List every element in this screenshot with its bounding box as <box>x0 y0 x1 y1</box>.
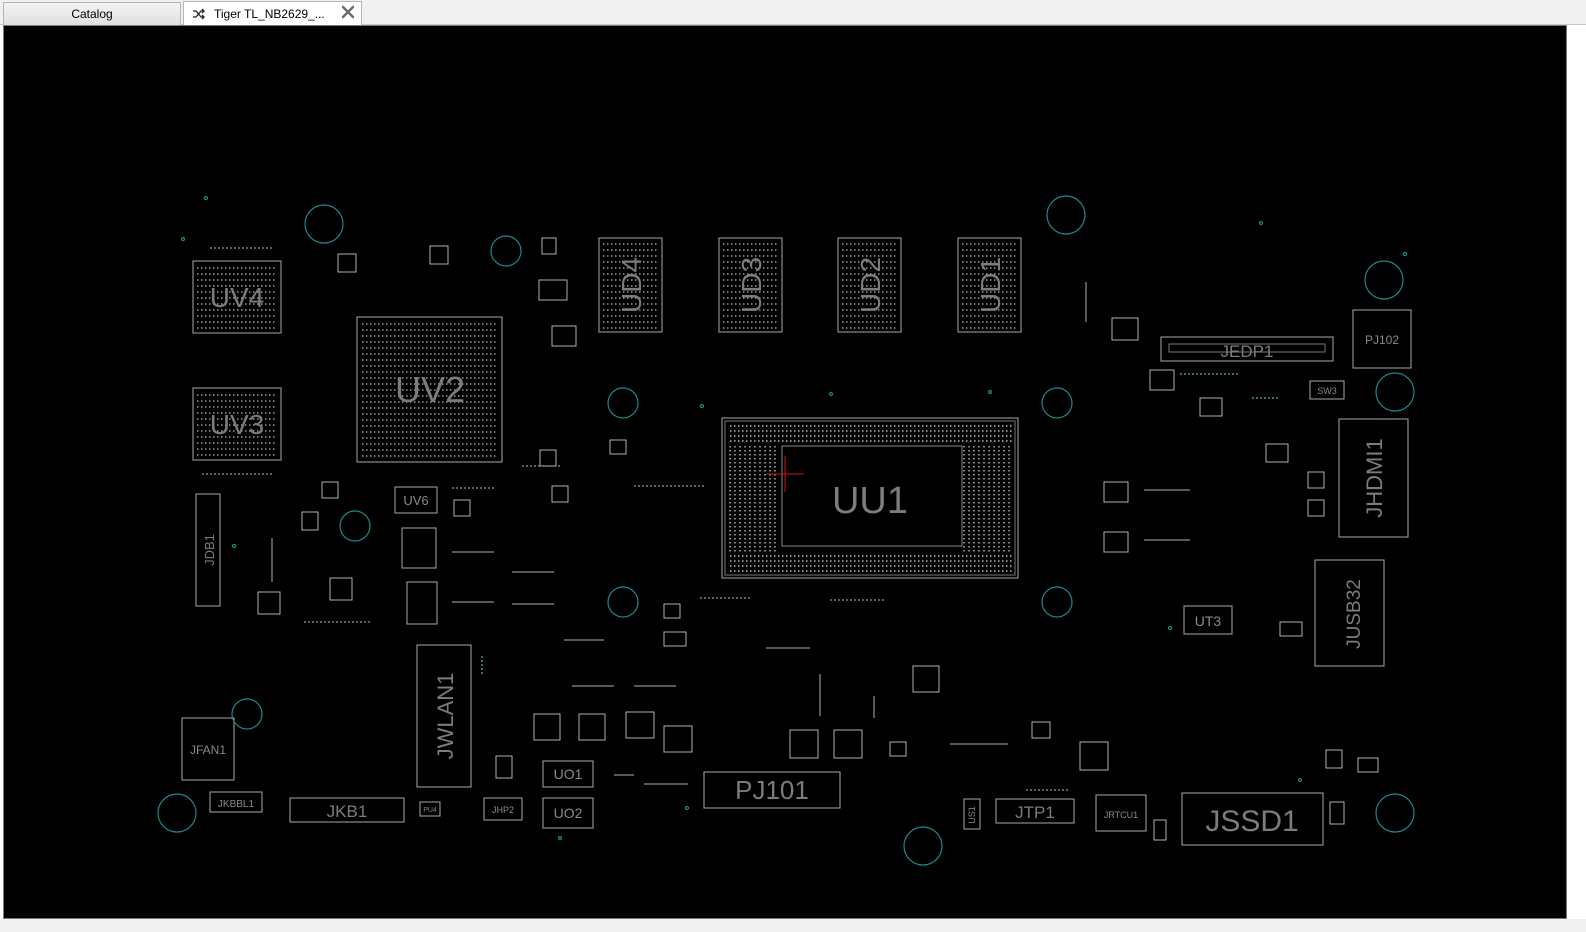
label-jusb32: JUSB32 <box>1344 579 1365 649</box>
label-ud4: UD4 <box>616 257 647 313</box>
label-jtp1: JTP1 <box>1015 803 1055 822</box>
label-uu1: UU1 <box>832 480 908 522</box>
label-uo2: UO2 <box>554 805 583 821</box>
label-pj102: PJ102 <box>1365 333 1399 347</box>
tab-catalog[interactable]: Catalog <box>3 2 181 25</box>
status-strip <box>0 919 1586 932</box>
label-jssd1: JSSD1 <box>1205 805 1298 838</box>
tab-catalog-label: Catalog <box>71 7 113 21</box>
tab-board-file-label: Tiger TL_NB2629_... <box>214 7 325 21</box>
label-jedp1: JEDP1 <box>1221 342 1274 361</box>
board-view-canvas[interactable]: UU1 UV2 UV4 UV3 UD4 UD3 UD2 UD1 JEDP1 JH… <box>3 25 1567 919</box>
label-ut3: UT3 <box>1195 613 1222 629</box>
close-icon[interactable] <box>341 5 355 19</box>
label-jkb1: JKB1 <box>327 802 368 821</box>
label-us1: US1 <box>967 806 977 824</box>
label-jrtcu1: JRTCU1 <box>1104 810 1138 820</box>
label-uv6: UV6 <box>403 493 428 508</box>
tab-bar: Catalog Tiger TL_NB2629_... <box>0 0 1586 26</box>
shuffle-icon <box>193 8 205 20</box>
tab-board-file[interactable]: Tiger TL_NB2629_... <box>183 1 362 26</box>
label-jhdmi1: JHDMI1 <box>1362 438 1387 517</box>
label-uv4: UV4 <box>210 282 264 313</box>
label-uo1: UO1 <box>554 766 583 782</box>
label-uv2: UV2 <box>395 369 465 410</box>
label-pu4: PU4 <box>423 807 437 814</box>
label-sw3: SW3 <box>1317 386 1337 396</box>
label-jkbbl1: JKBBL1 <box>218 799 255 810</box>
label-jfan1: JFAN1 <box>190 743 226 757</box>
label-ud2: UD2 <box>855 257 886 313</box>
pcb-layout[interactable]: UU1 UV2 UV4 UV3 UD4 UD3 UD2 UD1 JEDP1 JH… <box>4 26 1566 918</box>
label-ud1: UD1 <box>975 257 1006 313</box>
label-uv3: UV3 <box>210 409 264 440</box>
label-pj101: PJ101 <box>735 775 809 805</box>
label-ud3: UD3 <box>736 257 767 313</box>
label-jhp2: JHP2 <box>492 805 514 815</box>
label-jdb1: JDB1 <box>202 534 217 566</box>
label-jwlan1: JWLAN1 <box>433 673 458 760</box>
